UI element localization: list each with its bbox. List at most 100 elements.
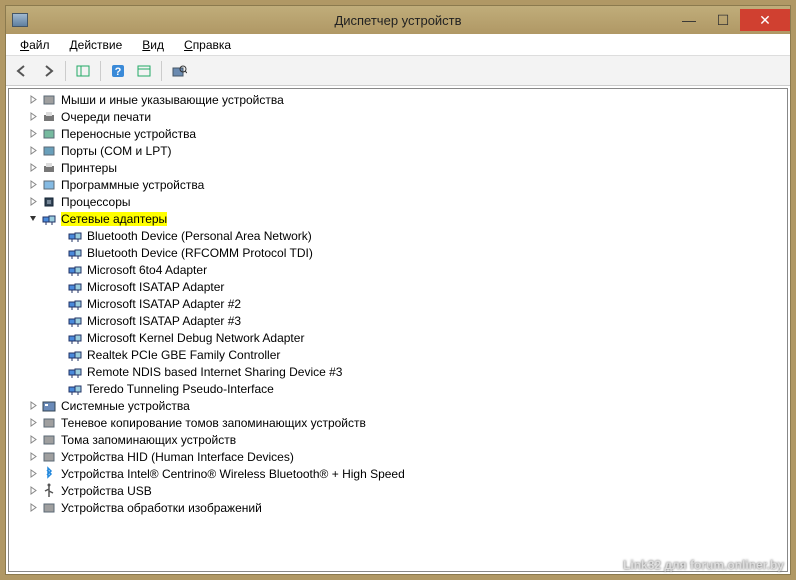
tree-category-label: Переносные устройства — [61, 127, 196, 141]
tree-device-label: Remote NDIS based Internet Sharing Devic… — [87, 365, 342, 379]
tree-category[interactable]: Очереди печати — [9, 108, 787, 125]
scan-hardware-button[interactable] — [167, 59, 191, 83]
device-category-icon — [41, 415, 57, 431]
tree-device-label: Microsoft ISATAP Adapter — [87, 280, 224, 294]
toolbar: ? — [6, 56, 790, 86]
tree-category[interactable]: Процессоры — [9, 193, 787, 210]
tree-category-label: Устройства Intel® Centrino® Wireless Blu… — [61, 467, 405, 481]
chevron-right-icon[interactable] — [27, 128, 39, 140]
tree-device-item[interactable]: Microsoft Kernel Debug Network Adapter — [9, 329, 787, 346]
tree-category[interactable]: Принтеры — [9, 159, 787, 176]
device-icon — [67, 262, 83, 278]
chevron-right-icon[interactable] — [27, 502, 39, 514]
device-category-icon — [41, 194, 57, 210]
chevron-right-icon[interactable] — [27, 94, 39, 106]
menu-action[interactable]: Действие — [60, 36, 133, 54]
tree-device-label: Microsoft ISATAP Adapter #2 — [87, 297, 241, 311]
device-icon — [67, 347, 83, 363]
tree-device-item[interactable]: Bluetooth Device (Personal Area Network) — [9, 227, 787, 244]
menu-file[interactable]: Файл — [10, 36, 60, 54]
tree-category-label: Порты (COM и LPT) — [61, 144, 172, 158]
tree-device-item[interactable]: Microsoft ISATAP Adapter — [9, 278, 787, 295]
tree-category[interactable]: Устройства HID (Human Interface Devices) — [9, 448, 787, 465]
minimize-button[interactable]: — — [672, 9, 706, 31]
tree-device-item[interactable]: Teredo Tunneling Pseudo-Interface — [9, 380, 787, 397]
tree-category[interactable]: Устройства USB — [9, 482, 787, 499]
device-category-icon — [41, 398, 57, 414]
tree-device-label: Bluetooth Device (RFCOMM Protocol TDI) — [87, 246, 313, 260]
tree-category[interactable]: Мыши и иные указывающие устройства — [9, 91, 787, 108]
app-icon — [12, 13, 28, 27]
show-hide-tree-button[interactable] — [71, 59, 95, 83]
svg-text:?: ? — [115, 66, 122, 78]
tree-category[interactable]: Теневое копирование томов запоминающих у… — [9, 414, 787, 431]
menu-view[interactable]: Вид — [132, 36, 174, 54]
menu-help[interactable]: Справка — [174, 36, 241, 54]
tree-category[interactable]: Тома запоминающих устройств — [9, 431, 787, 448]
chevron-right-icon[interactable] — [27, 145, 39, 157]
chevron-right-icon[interactable] — [27, 196, 39, 208]
chevron-right-icon[interactable] — [27, 451, 39, 463]
tree-category-label: Процессоры — [61, 195, 131, 209]
chevron-right-icon[interactable] — [27, 111, 39, 123]
device-manager-window: Диспетчер устройств — ☐ ✕ Файл Действие … — [5, 5, 791, 575]
device-category-icon — [41, 160, 57, 176]
chevron-down-icon[interactable] — [27, 213, 39, 225]
tree-category-label: Тома запоминающих устройств — [61, 433, 236, 447]
properties-button[interactable] — [132, 59, 156, 83]
device-category-icon — [41, 449, 57, 465]
help-button[interactable]: ? — [106, 59, 130, 83]
tree-device-item[interactable]: Remote NDIS based Internet Sharing Devic… — [9, 363, 787, 380]
chevron-right-icon[interactable] — [27, 434, 39, 446]
tree-category[interactable]: Устройства Intel® Centrino® Wireless Blu… — [9, 465, 787, 482]
chevron-right-icon[interactable] — [27, 179, 39, 191]
toolbar-separator — [100, 61, 101, 81]
tree-device-item[interactable]: Microsoft ISATAP Adapter #3 — [9, 312, 787, 329]
tree-category-label: Системные устройства — [61, 399, 190, 413]
menubar: Файл Действие Вид Справка — [6, 34, 790, 56]
tree-category-label: Теневое копирование томов запоминающих у… — [61, 416, 366, 430]
tree-device-label: Teredo Tunneling Pseudo-Interface — [87, 382, 274, 396]
back-button[interactable] — [10, 59, 34, 83]
tree-category-label: Устройства обработки изображений — [61, 501, 262, 515]
tree-category-label: Устройства HID (Human Interface Devices) — [61, 450, 294, 464]
tree-category-label: Очереди печати — [61, 110, 151, 124]
window-title: Диспетчер устройств — [334, 13, 461, 28]
device-category-icon — [41, 466, 57, 482]
tree-category[interactable]: Переносные устройства — [9, 125, 787, 142]
chevron-right-icon[interactable] — [27, 417, 39, 429]
tree-device-label: Bluetooth Device (Personal Area Network) — [87, 229, 312, 243]
tree-category[interactable]: Порты (COM и LPT) — [9, 142, 787, 159]
tree-device-label: Realtek PCIe GBE Family Controller — [87, 348, 280, 362]
chevron-right-icon[interactable] — [27, 468, 39, 480]
tree-category-label: Сетевые адаптеры — [61, 212, 167, 226]
device-icon — [67, 279, 83, 295]
device-icon — [67, 245, 83, 261]
maximize-button[interactable]: ☐ — [706, 9, 740, 31]
tree-category-label: Мыши и иные указывающие устройства — [61, 93, 284, 107]
device-icon — [67, 364, 83, 380]
titlebar[interactable]: Диспетчер устройств — ☐ ✕ — [6, 6, 790, 34]
tree-device-item[interactable]: Bluetooth Device (RFCOMM Protocol TDI) — [9, 244, 787, 261]
toolbar-separator — [161, 61, 162, 81]
tree-category[interactable]: Программные устройства — [9, 176, 787, 193]
tree-category[interactable]: Сетевые адаптеры — [9, 210, 787, 227]
watermark-text: Link32 для forum.onliner.by — [623, 558, 784, 572]
device-category-icon — [41, 109, 57, 125]
forward-button[interactable] — [36, 59, 60, 83]
close-button[interactable]: ✕ — [740, 9, 790, 31]
tree-category-label: Устройства USB — [61, 484, 152, 498]
device-category-icon — [41, 432, 57, 448]
toolbar-separator — [65, 61, 66, 81]
device-category-icon — [41, 211, 57, 227]
tree-device-item[interactable]: Realtek PCIe GBE Family Controller — [9, 346, 787, 363]
tree-device-item[interactable]: Microsoft 6to4 Adapter — [9, 261, 787, 278]
device-icon — [67, 228, 83, 244]
tree-category[interactable]: Устройства обработки изображений — [9, 499, 787, 516]
tree-device-item[interactable]: Microsoft ISATAP Adapter #2 — [9, 295, 787, 312]
device-tree[interactable]: Мыши и иные указывающие устройства Очеред… — [8, 88, 788, 572]
chevron-right-icon[interactable] — [27, 485, 39, 497]
chevron-right-icon[interactable] — [27, 400, 39, 412]
chevron-right-icon[interactable] — [27, 162, 39, 174]
tree-category[interactable]: Системные устройства — [9, 397, 787, 414]
